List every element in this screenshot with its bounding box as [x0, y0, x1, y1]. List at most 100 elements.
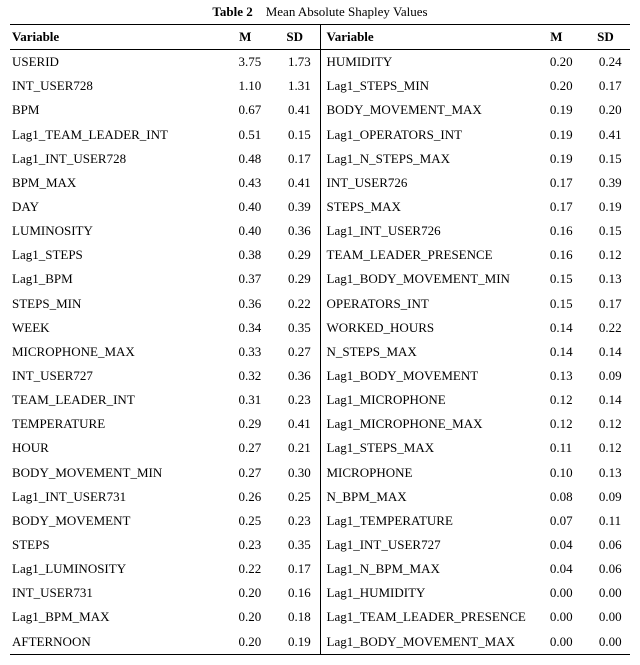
- table-row: Lag1_BODY_MOVEMENT_MAX0.000.00: [321, 630, 631, 654]
- variable-cell: Lag1_N_BPM_MAX: [321, 557, 532, 581]
- table-row: STEPS0.230.35: [10, 533, 320, 557]
- header-sd: SD: [581, 25, 630, 50]
- table-row: Lag1_N_BPM_MAX0.040.06: [321, 557, 631, 581]
- variable-cell: HUMIDITY: [321, 50, 532, 75]
- m-cell: 0.31: [220, 388, 270, 412]
- variable-cell: WORKED_HOURS: [321, 316, 532, 340]
- table-row: BODY_MOVEMENT_MIN0.270.30: [10, 461, 320, 485]
- m-cell: 0.15: [532, 267, 581, 291]
- table-left: Variable M SD USERID3.751.73INT_USER7281…: [10, 25, 320, 654]
- table-row: DAY0.400.39: [10, 195, 320, 219]
- variable-cell: INT_USER727: [10, 364, 220, 388]
- sd-cell: 0.00: [581, 605, 630, 629]
- table-row: Lag1_TEAM_LEADER_INT0.510.15: [10, 123, 320, 147]
- variable-cell: AFTERNOON: [10, 630, 220, 654]
- m-cell: 0.34: [220, 316, 270, 340]
- table-row: OPERATORS_INT0.150.17: [321, 292, 631, 316]
- m-cell: 0.51: [220, 123, 270, 147]
- sd-cell: 0.17: [270, 557, 320, 581]
- table-caption-title: Mean Absolute Shapley Values: [266, 4, 428, 19]
- table-header-row: Variable M SD: [10, 25, 320, 50]
- m-cell: 0.00: [532, 605, 581, 629]
- variable-cell: DAY: [10, 195, 220, 219]
- m-cell: 0.33: [220, 340, 270, 364]
- m-cell: 0.17: [532, 195, 581, 219]
- m-cell: 0.04: [532, 533, 581, 557]
- table-row: BODY_MOVEMENT_MAX0.190.20: [321, 98, 631, 122]
- table-row: INT_USER7270.320.36: [10, 364, 320, 388]
- table-row: TEMPERATURE0.290.41: [10, 412, 320, 436]
- sd-cell: 0.41: [270, 98, 320, 122]
- sd-cell: 0.39: [581, 171, 630, 195]
- table-row: Lag1_MICROPHONE0.120.14: [321, 388, 631, 412]
- variable-cell: Lag1_INT_USER727: [321, 533, 532, 557]
- m-cell: 0.14: [532, 340, 581, 364]
- sd-cell: 0.20: [581, 98, 630, 122]
- sd-cell: 0.17: [581, 74, 630, 98]
- table-row: INT_USER7260.170.39: [321, 171, 631, 195]
- variable-cell: Lag1_INT_USER731: [10, 485, 220, 509]
- table-row: Lag1_STEPS_MIN0.200.17: [321, 74, 631, 98]
- table-row: Lag1_INT_USER7280.480.17: [10, 147, 320, 171]
- sd-cell: 0.19: [270, 630, 320, 654]
- table-row: Lag1_STEPS_MAX0.110.12: [321, 436, 631, 460]
- variable-cell: Lag1_STEPS_MIN: [321, 74, 532, 98]
- header-sd: SD: [270, 25, 320, 50]
- variable-cell: STEPS_MIN: [10, 292, 220, 316]
- variable-cell: N_STEPS_MAX: [321, 340, 532, 364]
- variable-cell: Lag1_STEPS: [10, 243, 220, 267]
- variable-cell: TEMPERATURE: [10, 412, 220, 436]
- variable-cell: BPM: [10, 98, 220, 122]
- m-cell: 0.20: [532, 74, 581, 98]
- sd-cell: 0.39: [270, 195, 320, 219]
- sd-cell: 0.12: [581, 412, 630, 436]
- sd-cell: 0.22: [581, 316, 630, 340]
- m-cell: 0.17: [532, 171, 581, 195]
- table-row: MICROPHONE0.100.13: [321, 461, 631, 485]
- table-row: MICROPHONE_MAX0.330.27: [10, 340, 320, 364]
- sd-cell: 0.27: [270, 340, 320, 364]
- m-cell: 0.27: [220, 461, 270, 485]
- sd-cell: 0.41: [270, 171, 320, 195]
- sd-cell: 0.00: [581, 630, 630, 654]
- table-right-column: Variable M SD HUMIDITY0.200.24Lag1_STEPS…: [321, 25, 631, 654]
- table-row: INT_USER7281.101.31: [10, 74, 320, 98]
- sd-cell: 0.41: [581, 123, 630, 147]
- sd-cell: 0.17: [581, 292, 630, 316]
- table-header-row: Variable M SD: [321, 25, 631, 50]
- m-cell: 0.19: [532, 147, 581, 171]
- sd-cell: 0.09: [581, 485, 630, 509]
- table-row: Lag1_HUMIDITY0.000.00: [321, 581, 631, 605]
- sd-cell: 0.14: [581, 340, 630, 364]
- m-cell: 0.23: [220, 533, 270, 557]
- table-row: BODY_MOVEMENT0.250.23: [10, 509, 320, 533]
- variable-cell: TEAM_LEADER_PRESENCE: [321, 243, 532, 267]
- variable-cell: Lag1_STEPS_MAX: [321, 436, 532, 460]
- sd-cell: 0.24: [581, 50, 630, 75]
- m-cell: 0.12: [532, 412, 581, 436]
- variable-cell: Lag1_TEAM_LEADER_INT: [10, 123, 220, 147]
- sd-cell: 0.23: [270, 388, 320, 412]
- variable-cell: Lag1_LUMINOSITY: [10, 557, 220, 581]
- header-m: M: [532, 25, 581, 50]
- m-cell: 0.16: [532, 243, 581, 267]
- sd-cell: 0.15: [581, 147, 630, 171]
- table-caption-label: Table 2: [212, 4, 252, 19]
- sd-cell: 0.35: [270, 316, 320, 340]
- table-row: Lag1_INT_USER7270.040.06: [321, 533, 631, 557]
- table-row: Lag1_TEAM_LEADER_PRESENCE0.000.00: [321, 605, 631, 629]
- header-m: M: [220, 25, 270, 50]
- variable-cell: Lag1_BPM_MAX: [10, 605, 220, 629]
- m-cell: 0.40: [220, 219, 270, 243]
- sd-cell: 0.25: [270, 485, 320, 509]
- variable-cell: BODY_MOVEMENT_MIN: [10, 461, 220, 485]
- m-cell: 0.48: [220, 147, 270, 171]
- sd-cell: 0.19: [581, 195, 630, 219]
- sd-cell: 0.15: [270, 123, 320, 147]
- table-row: Lag1_STEPS0.380.29: [10, 243, 320, 267]
- sd-cell: 0.13: [581, 267, 630, 291]
- sd-cell: 0.21: [270, 436, 320, 460]
- sd-cell: 0.18: [270, 605, 320, 629]
- table-row: WEEK0.340.35: [10, 316, 320, 340]
- sd-cell: 0.00: [581, 581, 630, 605]
